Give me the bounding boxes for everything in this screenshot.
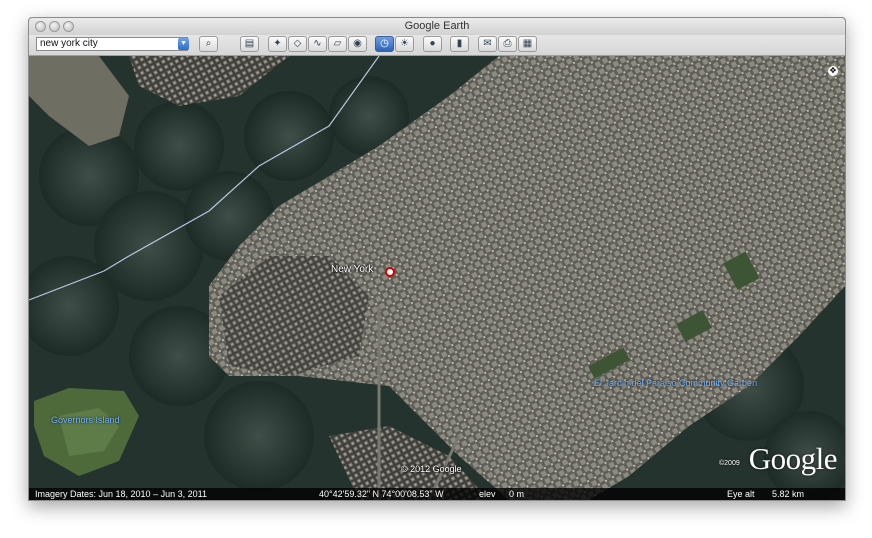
park-label[interactable]: El Jardin del Paraiso Community Garden — [594, 378, 757, 388]
eye-alt-label: Eye alt — [727, 489, 755, 499]
planets-icon[interactable]: ● — [423, 36, 442, 52]
status-bar: Imagery Dates: Jun 18, 2010 – Jun 3, 201… — [29, 488, 845, 500]
sidebar-icon[interactable]: ▤ — [240, 36, 259, 52]
path-icon[interactable]: ∿ — [308, 36, 327, 52]
eye-alt-value: 5.82 km — [772, 489, 805, 499]
imagery-dates: Imagery Dates: Jun 18, 2010 – Jun 3, 201… — [35, 489, 207, 499]
city-label[interactable]: New York — [331, 264, 373, 275]
overlay-icon[interactable]: ▱ — [328, 36, 347, 52]
sunlight-icon[interactable]: ☀ — [395, 36, 414, 52]
placemark-icon[interactable]: ✦ — [268, 36, 287, 52]
elev-value: 0 m — [509, 489, 525, 499]
email-icon[interactable]: ✉ — [478, 36, 497, 52]
search-icon[interactable]: ⌕ — [199, 36, 218, 52]
coordinates: 40°42'59.32" N 74°00'08.53" W — [319, 489, 444, 499]
map-view[interactable]: New York Governors Island El Jardin del … — [29, 56, 845, 500]
google-earth-window: Google Earth new york city ▼ ⌕ ▤ ✦ ◇ ∿ ▱… — [28, 17, 846, 501]
copyright-text: © 2012 Google — [401, 464, 462, 474]
record-tour-icon[interactable]: ◉ — [348, 36, 367, 52]
toolbar: new york city ▼ ⌕ ▤ ✦ ◇ ∿ ▱ ◉ ◷ ☀ ● ▮ ✉ … — [29, 35, 845, 56]
polygon-icon[interactable]: ◇ — [288, 36, 307, 52]
logo-copyright: ©2009 — [719, 460, 740, 467]
historical-imagery-icon[interactable]: ◷ — [375, 36, 394, 52]
window-title: Google Earth — [404, 20, 470, 32]
satellite-imagery — [29, 56, 845, 500]
title-bar[interactable]: Google Earth — [29, 18, 845, 36]
maps-icon[interactable]: ▦ — [518, 36, 537, 52]
island-label[interactable]: Governors Island — [51, 415, 120, 425]
google-logo: Google — [748, 441, 838, 476]
print-icon[interactable]: ⎙ — [498, 36, 517, 52]
search-input[interactable]: new york city — [36, 37, 188, 51]
elev-label: elev — [479, 489, 496, 499]
compass-icon[interactable]: ✥ — [828, 66, 838, 76]
ruler-icon[interactable]: ▮ — [450, 36, 469, 52]
search-dropdown-icon[interactable]: ▼ — [178, 38, 189, 50]
